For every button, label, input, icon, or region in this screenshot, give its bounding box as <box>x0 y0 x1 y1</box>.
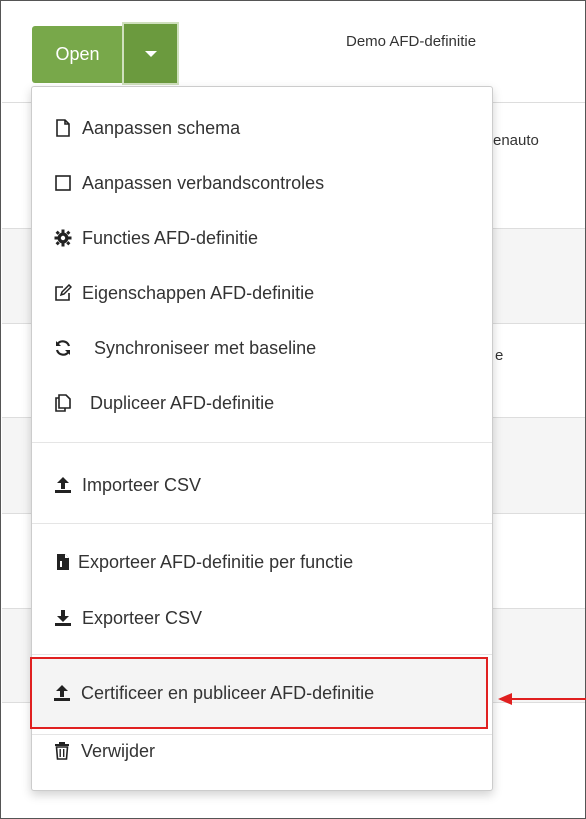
menu-item-label: Exporteer CSV <box>82 607 203 628</box>
menu-item-label: Dupliceer AFD-definitie <box>90 392 275 413</box>
menu-item-label: Exporteer AFD-definitie per functie <box>78 551 354 572</box>
upload-icon <box>53 684 71 702</box>
menu-item-aanpassen-verbandscontroles[interactable]: Aanpassen verbandscontroles <box>54 163 514 203</box>
menu-item-label: Certificeer en publiceer AFD-definitie <box>81 682 375 703</box>
menu-item-synchroniseer[interactable]: Synchroniseer met baseline <box>54 328 514 368</box>
menu-item-functies[interactable]: Functies AFD-definitie <box>54 218 514 258</box>
copy-icon <box>54 394 72 412</box>
file-outline-icon <box>54 119 72 137</box>
file-export-icon <box>54 553 72 571</box>
annotation-arrow-line <box>510 698 586 700</box>
menu-divider <box>32 523 492 524</box>
dropdown-toggle-button[interactable] <box>122 22 179 85</box>
gear-icon <box>54 229 72 247</box>
menu-item-verwijder[interactable]: Verwijder <box>53 731 483 771</box>
menu-item-label: Eigenschappen AFD-definitie <box>82 282 315 303</box>
menu-item-eigenschappen[interactable]: Eigenschappen AFD-definitie <box>54 273 514 313</box>
menu-divider <box>32 654 492 655</box>
menu-item-exporteer-per-functie[interactable]: Exporteer AFD-definitie per functie <box>54 542 514 582</box>
menu-divider <box>32 442 492 443</box>
menu-item-label: Synchroniseer met baseline <box>94 337 317 358</box>
edit-icon <box>54 284 72 302</box>
sync-icon <box>54 339 72 357</box>
caret-down-icon <box>144 50 157 57</box>
trash-icon <box>53 742 71 760</box>
menu-item-aanpassen-schema[interactable]: Aanpassen schema <box>54 108 514 148</box>
menu-item-dupliceer[interactable]: Dupliceer AFD-definitie <box>54 383 514 423</box>
menu-item-label: Aanpassen schema <box>82 117 241 138</box>
menu-item-label: Aanpassen verbandscontroles <box>82 172 325 193</box>
definition-title: Demo AFD-definitie <box>346 33 477 50</box>
menu-item-label: Importeer CSV <box>82 474 202 495</box>
menu-item-importeer-csv[interactable]: Importeer CSV <box>54 465 514 505</box>
annotation-arrow-icon <box>498 693 512 705</box>
upload-icon <box>54 476 72 494</box>
square-outline-icon <box>54 174 72 192</box>
menu-item-label: Functies AFD-definitie <box>82 227 259 248</box>
open-button[interactable]: Open <box>32 26 123 83</box>
download-icon <box>54 609 72 627</box>
menu-item-label: Verwijder <box>81 740 156 761</box>
menu-item-certificeer-publiceer[interactable]: Certificeer en publiceer AFD-definitie <box>53 673 483 713</box>
menu-item-exporteer-csv[interactable]: Exporteer CSV <box>54 598 514 638</box>
